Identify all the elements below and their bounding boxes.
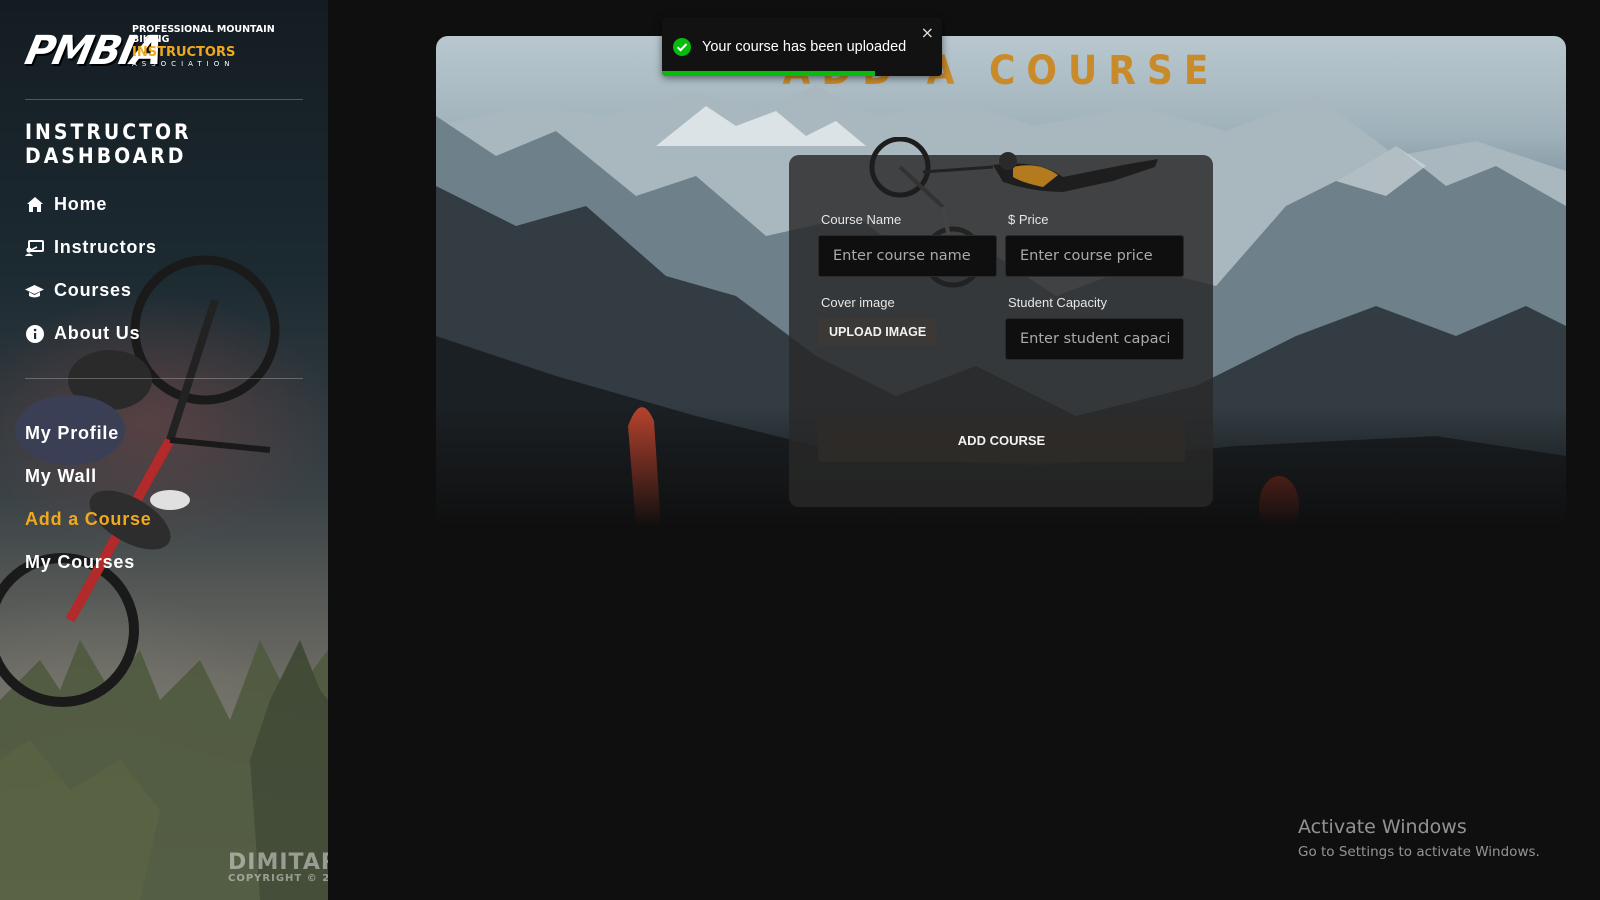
nav-item-my-wall[interactable]: My Wall xyxy=(25,455,152,498)
nav-item-home[interactable]: Home xyxy=(25,183,157,226)
student-capacity-label: Student Capacity xyxy=(1008,295,1108,310)
pmbia-logo[interactable]: PMBIA PROFESSIONAL MOUNTAIN BIKING INSTR… xyxy=(21,22,306,80)
nav-item-add-a-course[interactable]: Add a Course xyxy=(25,498,152,541)
activate-windows-watermark: Activate Windows Go to Settings to activ… xyxy=(1298,816,1540,860)
course-name-label: Course Name xyxy=(821,212,902,227)
logo-line-3: ASSOCIATION xyxy=(132,60,235,68)
toast-close-icon[interactable]: × xyxy=(921,23,934,42)
nav-item-about-us[interactable]: About Us xyxy=(25,312,157,355)
nav-item-label: Instructors xyxy=(54,237,157,257)
upload-image-button[interactable]: UPLOAD IMAGE xyxy=(818,318,938,346)
photo-watermark: DIMITAR COPYRIGHT © 2 xyxy=(228,852,328,884)
nav-item-courses[interactable]: Courses xyxy=(25,269,157,312)
nav-item-instructors[interactable]: Instructors xyxy=(25,226,157,269)
add-course-form: Course Name $ Price Cover image UPLOAD I… xyxy=(789,137,1213,507)
nav-item-label: My Wall xyxy=(25,466,97,486)
cover-image-label: Cover image xyxy=(821,295,895,310)
nav-item-label: My Profile xyxy=(25,423,120,443)
sidebar-divider-top xyxy=(25,99,303,100)
logo-line-1: PROFESSIONAL MOUNTAIN BIKING xyxy=(132,24,275,45)
sidebar: PMBIA PROFESSIONAL MOUNTAIN BIKING INSTR… xyxy=(0,0,328,900)
secondary-nav: My Profile My Wall Add a Course My Cours… xyxy=(25,412,152,584)
nav-item-label: About Us xyxy=(54,323,141,343)
toast-progress-bar xyxy=(662,71,875,76)
nav-item-my-profile[interactable]: My Profile xyxy=(25,412,152,455)
info-icon xyxy=(25,324,44,343)
activate-windows-title: Activate Windows xyxy=(1298,816,1467,838)
student-capacity-input[interactable] xyxy=(1005,318,1184,360)
primary-nav: Home Instructors Courses About Us xyxy=(25,183,157,355)
nav-item-label: My Courses xyxy=(25,552,136,572)
success-toast: Your course has been uploaded × xyxy=(662,18,942,76)
nav-item-label: Add a Course xyxy=(25,509,152,529)
nav-item-label: Courses xyxy=(54,280,132,300)
course-name-input[interactable] xyxy=(818,235,997,277)
graduation-cap-icon xyxy=(25,281,44,300)
activate-windows-subtitle: Go to Settings to activate Windows. xyxy=(1298,844,1540,860)
nav-item-my-courses[interactable]: My Courses xyxy=(25,541,152,584)
photo-watermark-line-1: DIMITAR xyxy=(228,850,328,875)
price-input[interactable] xyxy=(1005,235,1184,277)
toast-message: Your course has been uploaded xyxy=(702,39,907,55)
add-course-button[interactable]: ADD COURSE xyxy=(818,418,1185,462)
price-label: $ Price xyxy=(1008,212,1049,227)
dashboard-title: INSTRUCTOR DASHBOARD xyxy=(25,120,192,168)
check-circle-icon xyxy=(673,38,691,60)
logo-line-2: INSTRUCTORS xyxy=(132,45,236,60)
instructor-icon xyxy=(25,238,44,257)
sidebar-divider-middle xyxy=(25,378,303,379)
photo-watermark-line-2: COPYRIGHT © 2 xyxy=(228,873,328,884)
home-icon xyxy=(25,195,44,214)
page-title: ADD A COURSE xyxy=(782,48,1220,94)
nav-item-label: Home xyxy=(54,194,108,214)
